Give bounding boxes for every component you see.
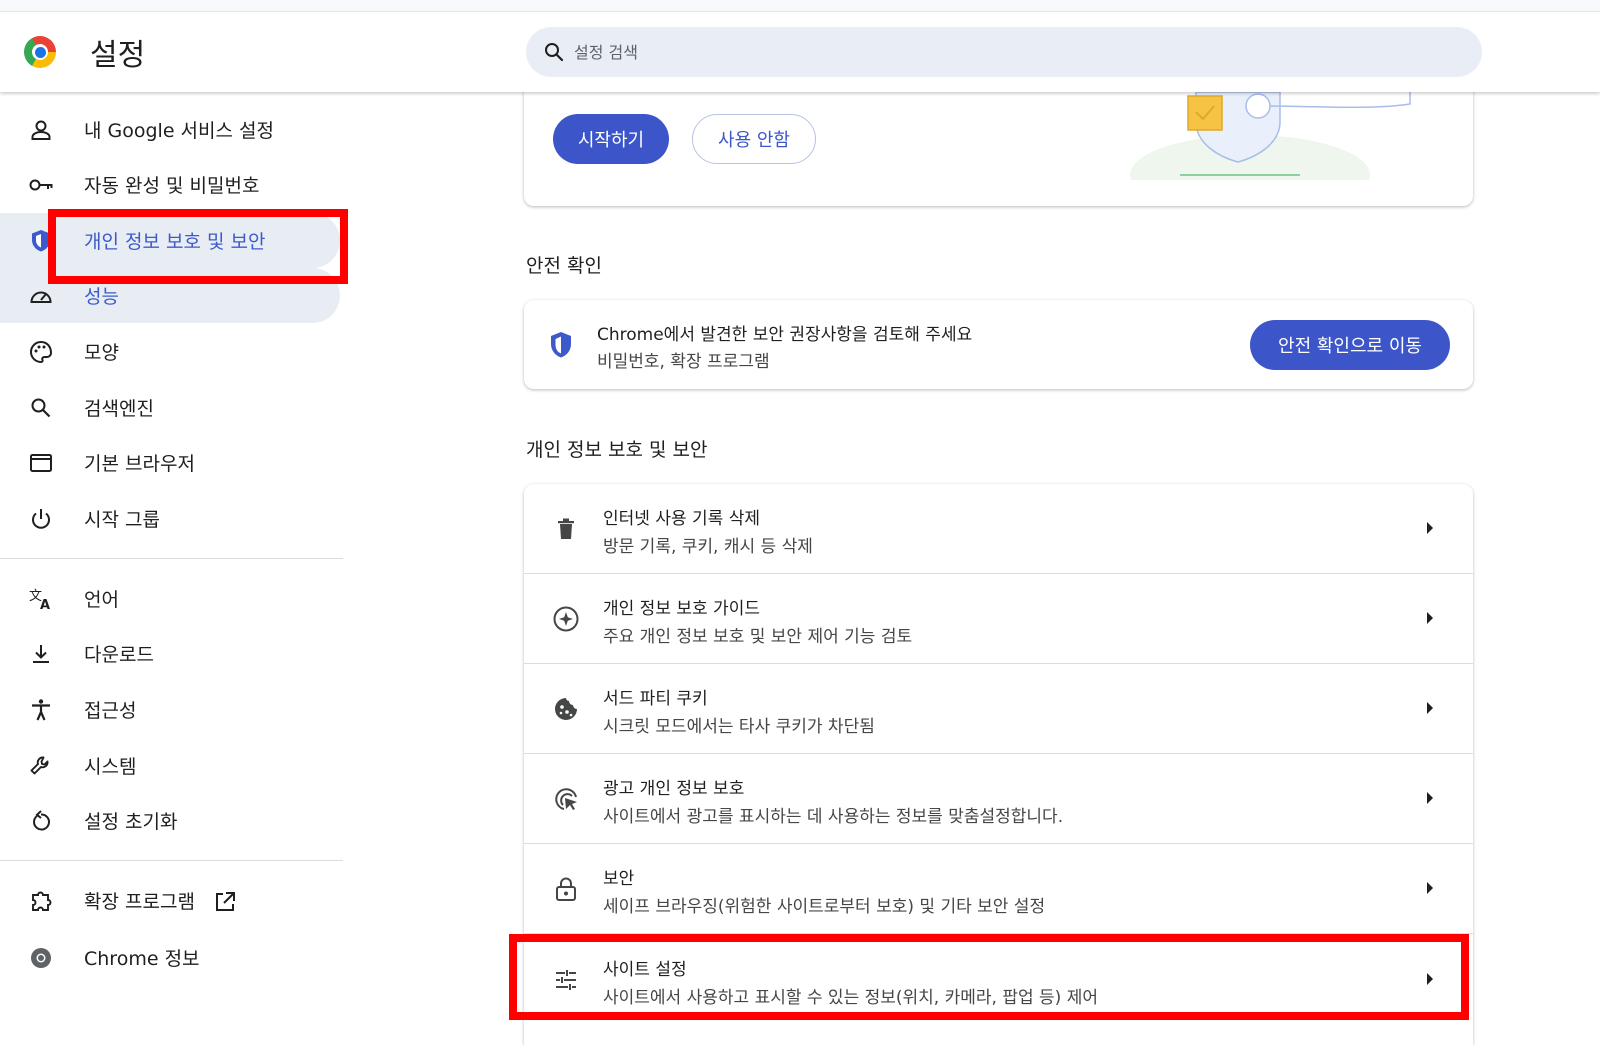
row-subtitle: 세이프 브라우징(위험한 사이트로부터 보호) 및 기타 보안 설정 [603,897,1046,917]
speedometer-icon [28,283,54,309]
sidebar-item-label: 접근성 [84,700,137,722]
row-subtitle: 시크릿 모드에서는 타사 쿠키가 차단됨 [603,717,875,737]
sidebar-item-autofill[interactable]: 자동 완성 및 비밀번호 [0,157,340,212]
sidebar-item-default-browser[interactable]: 기본 브라우저 [0,435,340,490]
trash-icon [552,515,580,543]
sidebar-item-label: 시작 그룹 [84,509,160,531]
sidebar-item-label: 내 Google 서비스 설정 [84,120,274,142]
sidebar-item-reset-settings[interactable]: 설정 초기화 [0,793,340,848]
safety-check-subtitle: 비밀번호, 확장 프로그램 [597,352,770,372]
site-settings-row[interactable]: 사이트 설정 사이트에서 사용하고 표시할 수 있는 정보(위치, 카메라, 팝… [524,935,1473,1025]
sidebar-item-on-startup[interactable]: 시작 그룹 [0,491,340,546]
sidebar-divider [0,860,343,861]
compass-icon [552,605,580,633]
row-title: 개인 정보 보호 가이드 [603,599,760,619]
row-title: 보안 [603,869,635,889]
sidebar-item-search-engine[interactable]: 검색엔진 [0,380,340,435]
search-input[interactable] [574,42,1374,62]
reset-icon [28,808,54,834]
person-icon [28,117,54,143]
privacy-list-card: 인터넷 사용 기록 삭제 방문 기록, 쿠키, 캐시 등 삭제 개인 정보 보호… [524,484,1473,1045]
key-icon [28,172,54,198]
arrow-right-icon [1427,973,1433,985]
sidebar-item-label: 모양 [84,342,119,364]
sidebar-item-label: 성능 [84,286,119,308]
browser-window-icon [28,450,54,476]
sidebar-item-label: 언어 [84,589,119,611]
sidebar-item-label: 시스템 [84,756,137,778]
chrome-logo-icon [24,36,56,68]
translate-icon: 文A [28,586,54,613]
cookie-icon [552,695,580,723]
sidebar-item-label: 자동 완성 및 비밀번호 [84,175,260,197]
shield-icon [28,228,54,254]
svg-text:A: A [40,598,50,612]
row-title: 사이트 설정 [603,960,687,980]
start-button[interactable]: 시작하기 [553,114,669,164]
sidebar-item-label: 확장 프로그램 [84,887,237,915]
lock-icon [552,875,580,903]
arrow-right-icon [1427,702,1433,714]
sidebar-item-system[interactable]: 시스템 [0,738,340,793]
sidebar-item-label: 설정 초기화 [84,811,178,833]
sidebar: 내 Google 서비스 설정 자동 완성 및 비밀번호 개인 정보 보호 및 … [0,92,345,1045]
sidebar-item-extensions[interactable]: 확장 프로그램 [0,873,340,928]
row-subtitle: 사이트에서 광고를 표시하는 데 사용하는 정보를 맞춤설정합니다. [603,807,1064,827]
shield-icon [551,332,571,358]
sidebar-item-label: 다운로드 [84,644,154,666]
top-strip [0,0,1600,12]
sidebar-item-about-chrome[interactable]: Chrome 정보 [0,930,340,985]
security-row[interactable]: 보안 세이프 브라우징(위험한 사이트로부터 보호) 및 기타 보안 설정 [524,844,1473,934]
safety-check-title: Chrome에서 발견한 보안 권장사항을 검토해 주세요 [597,325,973,345]
extension-icon [28,888,54,914]
sidebar-item-accessibility[interactable]: 접근성 [0,682,340,737]
privacy-guide-row[interactable]: 개인 정보 보호 가이드 주요 개인 정보 보호 및 보안 제어 기능 검토 [524,574,1473,664]
sidebar-item-label: 개인 정보 보호 및 보안 [84,231,266,253]
page-title: 설정 [90,38,146,73]
row-subtitle: 주요 개인 정보 보호 및 보안 제어 기능 검토 [603,627,913,647]
wrench-icon [28,753,54,779]
search-icon [545,43,564,62]
row-subtitle: 방문 기록, 쿠키, 캐시 등 삭제 [603,537,813,557]
search-bar[interactable] [526,27,1482,77]
header: 설정 [0,12,1600,92]
safety-check-card: Chrome에서 발견한 보안 권장사항을 검토해 주세요 비밀번호, 확장 프… [524,300,1473,389]
third-party-cookies-row[interactable]: 서드 파티 쿠키 시크릿 모드에서는 타사 쿠키가 차단됨 [524,664,1473,754]
sidebar-divider [0,558,343,559]
arrow-right-icon [1427,882,1433,894]
accessibility-icon [28,697,54,723]
row-title: 광고 개인 정보 보호 [603,779,745,799]
sidebar-item-performance[interactable]: 성능 [0,268,340,323]
sidebar-item-languages[interactable]: 文A 언어 [0,571,340,626]
row-subtitle: 사이트에서 사용하고 표시할 수 있는 정보(위치, 카메라, 팝업 등) 제어 [603,988,1098,1008]
decline-button[interactable]: 사용 안함 [692,114,816,164]
palette-icon [28,339,54,365]
sidebar-item-appearance[interactable]: 모양 [0,324,340,379]
chrome-icon [28,945,54,971]
arrow-right-icon [1427,792,1433,804]
row-title: 인터넷 사용 기록 삭제 [603,509,760,529]
search-icon [28,395,54,421]
download-icon [28,641,54,667]
privacy-section-heading: 개인 정보 보호 및 보안 [526,439,708,461]
go-to-safety-check-button[interactable]: 안전 확인으로 이동 [1250,320,1450,370]
sidebar-item-google-services[interactable]: 내 Google 서비스 설정 [0,102,340,157]
sidebar-item-label: 검색엔진 [84,398,154,420]
safety-check-heading: 안전 확인 [526,255,602,277]
open-in-new-icon [215,892,235,912]
row-title: 서드 파티 쿠키 [603,689,708,709]
sidebar-item-label: 기본 브라우저 [84,453,195,475]
sliders-icon [552,966,580,994]
ad-privacy-icon [552,785,580,813]
sidebar-item-downloads[interactable]: 다운로드 [0,626,340,681]
clear-browsing-data-row[interactable]: 인터넷 사용 기록 삭제 방문 기록, 쿠키, 캐시 등 삭제 [524,484,1473,574]
arrow-right-icon [1427,612,1433,624]
arrow-right-icon [1427,522,1433,534]
ad-privacy-row[interactable]: 광고 개인 정보 보호 사이트에서 광고를 표시하는 데 사용하는 정보를 맞춤… [524,754,1473,844]
power-icon [28,506,54,532]
sidebar-item-label: Chrome 정보 [84,948,200,970]
sidebar-item-privacy-security[interactable]: 개인 정보 보호 및 보안 [0,213,340,268]
extensions-label: 확장 프로그램 [84,890,195,913]
